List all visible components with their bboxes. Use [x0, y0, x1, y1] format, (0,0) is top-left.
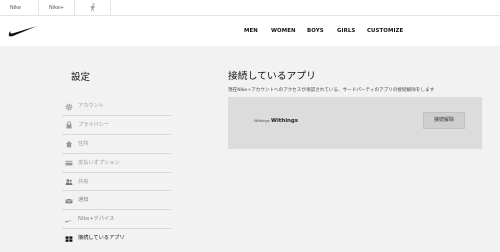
- sidebar-item-label: 接続しているアプリ: [78, 235, 125, 242]
- sidebar-item-label: 住所: [78, 140, 89, 147]
- page-title: 接続しているアプリ: [228, 71, 316, 82]
- sidebar-item-sharing[interactable]: 共有: [62, 173, 171, 192]
- people-icon: [65, 179, 73, 186]
- sidebar-item-privacy[interactable]: プライバシー: [62, 116, 171, 135]
- disconnect-button[interactable]: 接続解除: [423, 112, 465, 129]
- tab-jordan[interactable]: [75, 0, 111, 16]
- jordan-jumpman-icon: [90, 3, 96, 13]
- settings-sidebar: アカウント プライバシー 住所 支払いオプション 共有 通知 Nike+デバイス…: [62, 97, 171, 248]
- envelope-icon: [65, 198, 73, 204]
- settings-content: 設定 アカウント プライバシー 住所 支払いオプション 共有 通知 Nike+デ…: [0, 46, 500, 252]
- app-name: Withings: [271, 118, 298, 124]
- top-utility-bar: Nike Nike+: [0, 0, 500, 16]
- lock-icon: [66, 121, 72, 129]
- sidebar-item-account[interactable]: アカウント: [62, 97, 171, 116]
- main-header: MEN WOMEN BOYS GIRLS CUSTOMIZE: [0, 16, 500, 46]
- nav-customize[interactable]: CUSTOMIZE: [367, 16, 403, 46]
- credit-card-icon: [65, 160, 73, 166]
- tab-nike-plus-label: Nike+: [49, 5, 65, 11]
- sidebar-item-payment-options[interactable]: 支払いオプション: [62, 154, 171, 173]
- tab-nike-plus[interactable]: Nike+: [39, 0, 75, 16]
- sidebar-item-address[interactable]: 住所: [62, 135, 171, 154]
- gear-icon: [65, 103, 73, 110]
- tab-nike[interactable]: Nike: [0, 0, 39, 16]
- nav-boys[interactable]: BOYS: [307, 16, 324, 46]
- swoosh-device-icon: [65, 219, 73, 223]
- nike-swoosh-icon[interactable]: [8, 25, 38, 37]
- sidebar-item-label: Nike+デバイス: [78, 216, 115, 223]
- sidebar-item-label: アカウント: [78, 103, 104, 109]
- home-icon: [65, 141, 73, 148]
- sidebar-item-label: プライバシー: [78, 121, 110, 128]
- nav-women[interactable]: WOMEN: [271, 16, 296, 46]
- sidebar-item-notifications[interactable]: 通知: [62, 191, 171, 211]
- sidebar-item-connected-apps[interactable]: 接続しているアプリ: [62, 229, 171, 248]
- page-description: 現在Nike+アカウントへのアクセスが承認されている、サードパーティのアプリの接…: [228, 88, 435, 93]
- grid-icon: [65, 236, 73, 242]
- nav-girls[interactable]: GIRLS: [337, 16, 355, 46]
- tab-nike-label: Nike: [10, 5, 21, 11]
- connected-app-row: Withings Withings 接続解除: [228, 97, 482, 149]
- sidebar-item-label: 支払いオプション: [78, 159, 120, 166]
- nav-men[interactable]: MEN: [244, 16, 258, 46]
- settings-title: 設定: [71, 72, 91, 83]
- sidebar-item-nike-plus-devices[interactable]: Nike+デバイス: [62, 210, 171, 230]
- withings-logo: Withings: [254, 119, 270, 123]
- sidebar-item-label: 共有: [78, 178, 89, 185]
- sidebar-item-label: 通知: [78, 197, 89, 204]
